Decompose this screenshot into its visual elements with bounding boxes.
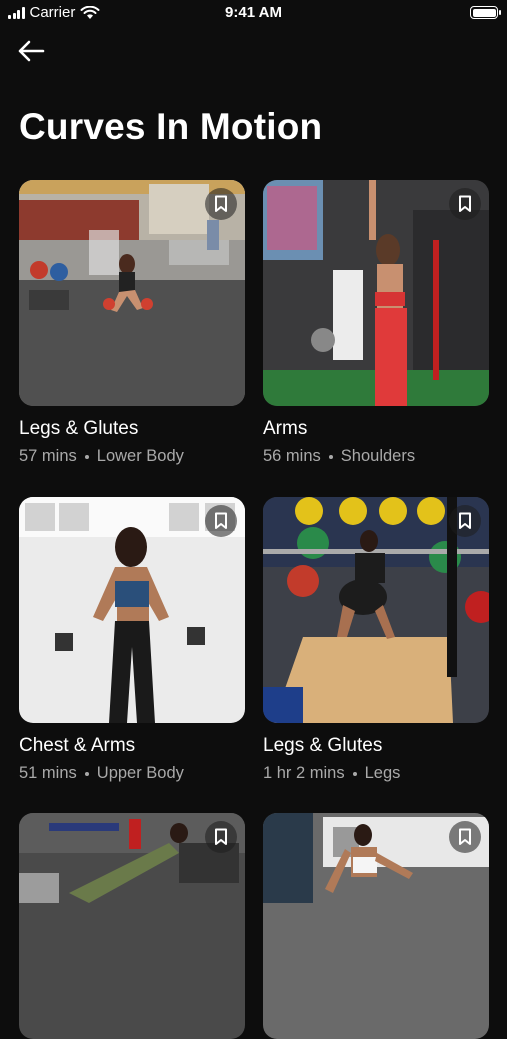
status-time: 9:41 AM xyxy=(225,4,282,21)
bookmark-button[interactable] xyxy=(205,821,237,853)
workout-category: Shoulders xyxy=(340,447,416,465)
workout-card[interactable]: Arms 56 mins Shoulders xyxy=(263,180,489,466)
battery-icon xyxy=(470,6,501,19)
workout-duration: 56 mins xyxy=(263,447,321,465)
workout-category: Upper Body xyxy=(96,764,184,782)
page-title: Curves In Motion xyxy=(19,106,323,147)
bookmark-icon xyxy=(459,195,471,212)
back-button[interactable] xyxy=(16,38,48,66)
bookmark-button[interactable] xyxy=(205,505,237,537)
workout-meta: 57 mins Lower Body xyxy=(19,447,245,466)
workout-meta: 51 mins Upper Body xyxy=(19,764,245,783)
status-bar: Carrier 9:41 AM xyxy=(0,0,507,26)
separator-dot xyxy=(84,454,89,459)
bookmark-button[interactable] xyxy=(205,188,237,220)
bookmark-icon xyxy=(215,828,227,845)
workout-card[interactable]: Legs & Glutes 1 hr 2 mins Legs xyxy=(263,497,489,783)
workout-title: Arms xyxy=(263,418,308,439)
workout-title: Chest & Arms xyxy=(19,735,136,756)
workout-card[interactable]: Legs & Glutes 57 mins Lower Body xyxy=(19,180,245,466)
workout-meta: 1 hr 2 mins Legs xyxy=(263,764,489,783)
separator-dot xyxy=(352,771,357,776)
workout-card[interactable]: Chest & Arms 51 mins Upper Body xyxy=(19,497,245,783)
arrow-left-icon xyxy=(18,40,45,62)
workout-category: Lower Body xyxy=(96,447,184,465)
separator-dot xyxy=(328,454,333,459)
bookmark-button[interactable] xyxy=(449,821,481,853)
workout-title: Legs & Glutes xyxy=(263,735,383,756)
bookmark-button[interactable] xyxy=(449,505,481,537)
workout-duration: 51 mins xyxy=(19,764,77,782)
workout-duration: 57 mins xyxy=(19,447,77,465)
workout-thumbnail[interactable] xyxy=(19,813,245,1039)
workout-card[interactable] xyxy=(263,813,489,1039)
bookmark-icon xyxy=(215,195,227,212)
bookmark-icon xyxy=(215,512,227,529)
bookmark-icon xyxy=(459,828,471,845)
separator-dot xyxy=(84,771,89,776)
bookmark-button[interactable] xyxy=(449,188,481,220)
workout-meta: 56 mins Shoulders xyxy=(263,447,489,466)
bookmark-icon xyxy=(459,512,471,529)
workout-thumbnail[interactable] xyxy=(263,497,489,723)
workout-category: Legs xyxy=(364,764,401,782)
workout-thumbnail[interactable] xyxy=(19,180,245,406)
workout-duration: 1 hr 2 mins xyxy=(263,764,345,782)
workout-thumbnail[interactable] xyxy=(263,813,489,1039)
workout-card[interactable] xyxy=(19,813,245,1039)
workout-thumbnail[interactable] xyxy=(19,497,245,723)
workout-title: Legs & Glutes xyxy=(19,418,139,439)
workout-thumbnail[interactable] xyxy=(263,180,489,406)
